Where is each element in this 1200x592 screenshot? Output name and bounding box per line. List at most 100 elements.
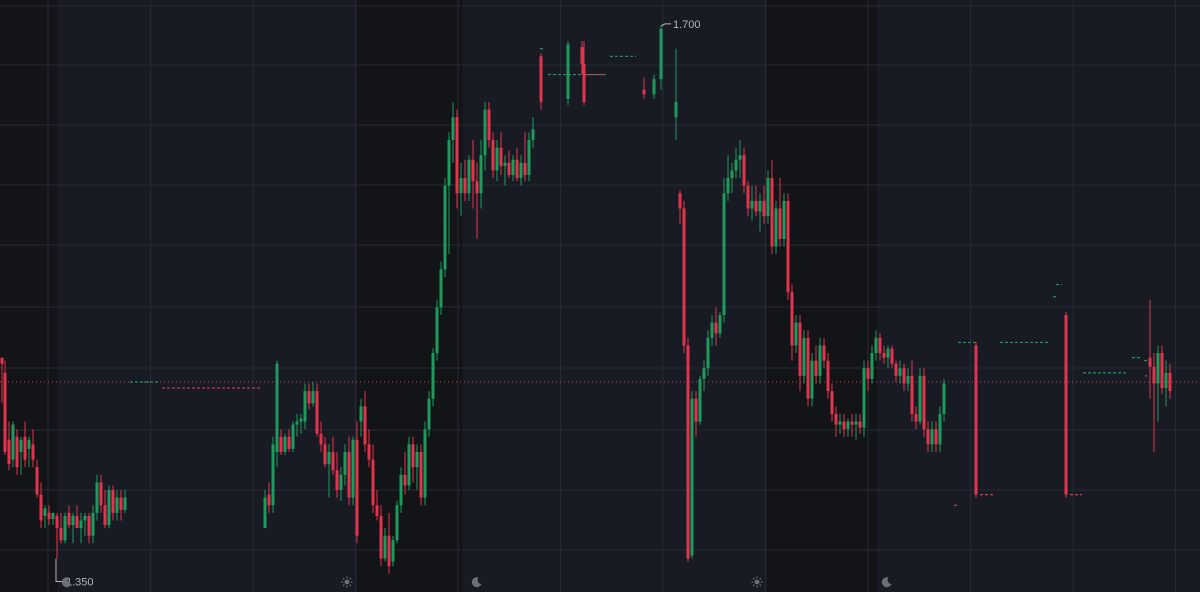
candle-body <box>7 439 11 465</box>
candle-body <box>842 421 846 430</box>
candle-body <box>327 451 331 465</box>
sun-core <box>754 579 760 585</box>
candle-body <box>19 439 23 452</box>
candle <box>407 436 411 491</box>
candle-body <box>107 490 111 526</box>
candle-body <box>63 515 67 541</box>
candle <box>395 500 399 544</box>
candle-body <box>263 497 267 529</box>
candle-body <box>71 515 75 526</box>
candle <box>974 342 978 498</box>
candle-body <box>119 497 123 510</box>
candle-body <box>814 360 818 376</box>
candle-body <box>690 398 694 556</box>
candle-body <box>487 109 491 141</box>
candle-body <box>375 505 379 516</box>
candle-body <box>698 378 702 422</box>
candle-body <box>718 315 722 334</box>
candle-body <box>79 520 83 529</box>
candle-body <box>15 436 19 468</box>
candle-body <box>47 512 51 519</box>
candle-body <box>742 155 746 186</box>
candle-body <box>774 208 778 247</box>
candle-body <box>838 421 842 425</box>
sun-ray <box>759 577 762 580</box>
candle-body <box>407 444 411 486</box>
sun-ray <box>349 584 352 587</box>
candle-body <box>1168 372 1172 392</box>
sun-icon <box>341 576 353 588</box>
candle-body <box>938 413 942 445</box>
candle-body <box>123 497 127 510</box>
candle-body <box>351 439 355 498</box>
sun-ray <box>342 577 345 580</box>
candle-body <box>850 421 854 425</box>
candle <box>283 433 287 456</box>
candle-body <box>830 391 834 414</box>
candle-body <box>519 162 523 179</box>
sun-ray <box>349 577 352 580</box>
candle-body <box>822 345 826 361</box>
candle-body <box>483 109 487 156</box>
candle-body <box>898 368 902 376</box>
candle-body <box>463 178 467 194</box>
candle-body <box>347 451 351 498</box>
candle <box>810 353 814 407</box>
candle-body <box>866 368 870 379</box>
candle-body <box>730 170 734 179</box>
candle-body <box>423 429 427 498</box>
candle-body <box>974 345 978 495</box>
candle <box>315 383 319 437</box>
candle-body <box>746 185 750 209</box>
candle <box>566 41 570 106</box>
candle-body <box>854 421 858 425</box>
candle <box>431 348 435 407</box>
candle-body <box>523 162 527 176</box>
candle-body <box>682 208 686 346</box>
candle-body <box>443 185 447 270</box>
candle-body <box>467 159 471 194</box>
candle-body <box>491 140 495 171</box>
low-price-label: 1.350 <box>66 577 94 589</box>
candle-body <box>527 140 531 176</box>
candle-body <box>782 200 786 239</box>
candle-body <box>659 28 663 80</box>
candle-body <box>359 406 363 422</box>
candle <box>782 193 786 247</box>
candle-body <box>447 140 451 186</box>
candle <box>391 535 395 567</box>
candle-body <box>710 322 714 338</box>
price-chart[interactable]: 1.700 1.350 <box>0 0 1200 592</box>
candle-body <box>439 269 443 308</box>
candle-body <box>415 451 419 468</box>
candle-body <box>826 360 830 392</box>
candle-body <box>275 363 279 452</box>
candle-body <box>1148 357 1152 367</box>
candle-body <box>642 89 646 95</box>
candle-body <box>27 439 31 449</box>
candle-body <box>59 528 63 541</box>
candle-body <box>363 406 367 445</box>
candle-body <box>910 375 914 414</box>
candle-body <box>499 147 503 166</box>
candle-body <box>778 208 782 239</box>
candle <box>443 178 447 277</box>
candle-body <box>770 178 774 247</box>
candle-body <box>91 512 95 536</box>
candle-body <box>918 375 922 422</box>
candle-body <box>922 375 926 430</box>
candle-body <box>0 357 4 364</box>
candle-body <box>798 322 802 376</box>
candle-body <box>894 363 898 376</box>
candle <box>439 261 443 316</box>
candle-body <box>479 155 483 194</box>
candle <box>922 368 926 437</box>
candle <box>539 53 543 110</box>
candle-body <box>111 490 115 513</box>
candle <box>690 391 694 559</box>
candle <box>107 485 111 529</box>
candle <box>1064 311 1068 498</box>
candle <box>435 299 439 361</box>
candle-body <box>303 391 307 422</box>
candle-body <box>846 421 850 430</box>
